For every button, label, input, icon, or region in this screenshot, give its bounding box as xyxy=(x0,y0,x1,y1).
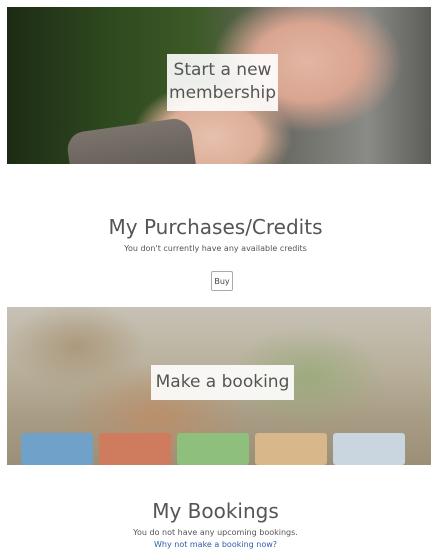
toy-blocks-graphic xyxy=(7,433,431,465)
bookings-message: You do not have any upcoming bookings. xyxy=(133,528,298,537)
sleeve-graphic xyxy=(65,116,198,164)
block-red xyxy=(99,433,171,465)
start-membership-label[interactable]: Start a new membership xyxy=(167,54,278,111)
credits-message: You don't currently have any available c… xyxy=(124,244,307,253)
block-green xyxy=(177,433,249,465)
buy-button[interactable]: Buy xyxy=(211,271,233,291)
make-booking-label[interactable]: Make a booking xyxy=(151,365,294,400)
make-booking-link[interactable]: Why not make a booking now? xyxy=(0,540,431,549)
block-lightblue xyxy=(333,433,405,465)
bookings-title: My Bookings xyxy=(152,499,279,523)
block-tan xyxy=(255,433,327,465)
purchases-title: My Purchases/Credits xyxy=(108,215,323,239)
block-blue xyxy=(21,433,93,465)
